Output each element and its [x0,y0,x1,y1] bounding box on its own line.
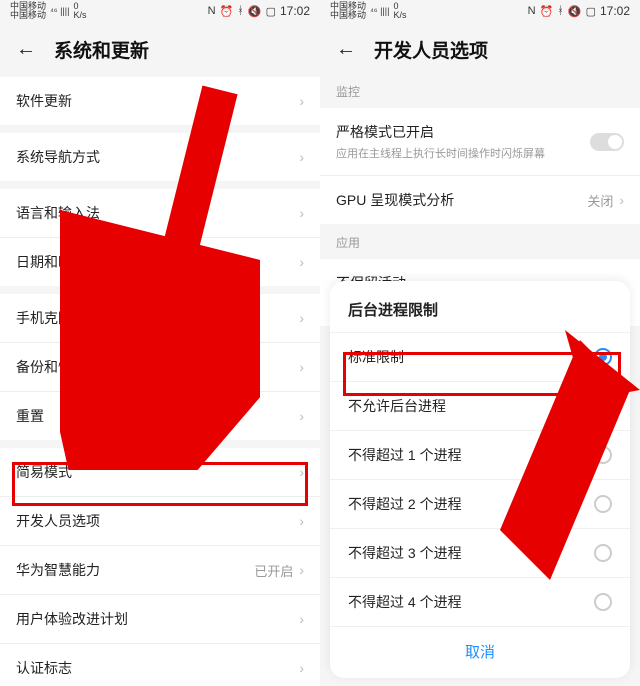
network-speed: 0 K/s [73,2,86,20]
row-datetime[interactable]: 日期和时间› [0,238,320,286]
phone-left-settings: 中国移动中国移动 ⁴⁶ |||| 0 K/s N ⏰ ᚼ 🔇 ▢ 17:02 ←… [0,0,320,686]
row-software-update[interactable]: 软件更新› [0,77,320,125]
radio-icon[interactable] [594,593,612,611]
row-strict-mode[interactable]: 严格模式已开启应用在主线程上执行长时间操作时闪烁屏幕 [320,108,640,176]
dialog-bg-process-limit: 后台进程限制 标准限制 不允许后台进程 不得超过 1 个进程 不得超过 2 个进… [330,281,630,678]
row-simple-mode[interactable]: 简易模式› [0,448,320,497]
chevron-right-icon: › [299,562,304,578]
bluetooth-icon: ᚼ [237,5,244,17]
radio-icon[interactable] [594,495,612,513]
chevron-right-icon: › [299,611,304,627]
category-monitor: 监控 [320,73,640,104]
option-1[interactable]: 不得超过 1 个进程 [330,430,630,479]
value-label: 关闭 [587,191,613,210]
signal-icon: ⁴⁶ |||| [370,6,389,16]
option-standard[interactable]: 标准限制 [330,332,630,381]
page-title: 开发人员选项 [374,36,488,63]
back-icon[interactable]: ← [16,38,36,61]
option-4[interactable]: 不得超过 4 个进程 [330,577,630,626]
option-3[interactable]: 不得超过 3 个进程 [330,528,630,577]
radio-icon[interactable] [594,446,612,464]
battery-icon: ▢ [266,5,276,18]
chevron-right-icon: › [619,192,624,208]
chevron-right-icon: › [299,513,304,529]
cancel-button[interactable]: 取消 [330,626,630,678]
mute-icon: 🔇 [568,5,582,18]
carrier-label: 中国移动中国移动 [330,2,366,20]
row-navigation[interactable]: 系统导航方式› [0,133,320,181]
header: ← 开发人员选项 [320,22,640,73]
bluetooth-icon: ᚼ [557,5,564,17]
row-language[interactable]: 语言和输入法› [0,189,320,238]
row-backup[interactable]: 备份和恢复› [0,343,320,392]
chevron-right-icon: › [299,359,304,375]
page-title: 系统和更新 [54,36,149,63]
dialog-title: 后台进程限制 [330,289,630,332]
row-reset[interactable]: 重置› [0,392,320,440]
chevron-right-icon: › [299,149,304,165]
row-ux-plan[interactable]: 用户体验改进计划› [0,595,320,644]
nfc-icon: N [208,5,216,17]
chevron-right-icon: › [299,254,304,270]
battery-icon: ▢ [586,5,596,18]
nfc-icon: N [528,5,536,17]
status-bar: 中国移动中国移动 ⁴⁶ |||| 0 K/s N ⏰ ᚼ 🔇 ▢ 17:02 [0,0,320,22]
carrier-label: 中国移动中国移动 [10,2,46,20]
row-huawei-ai[interactable]: 华为智慧能力已开启› [0,546,320,595]
value-label: 已开启 [254,561,293,580]
row-cert[interactable]: 认证标志› [0,644,320,686]
chevron-right-icon: › [299,408,304,424]
radio-icon[interactable] [594,348,612,366]
chevron-right-icon: › [299,464,304,480]
option-none[interactable]: 不允许后台进程 [330,381,630,430]
toggle-switch[interactable] [590,133,624,151]
chevron-right-icon: › [299,310,304,326]
chevron-right-icon: › [299,93,304,109]
header: ← 系统和更新 [0,22,320,73]
row-developer-options[interactable]: 开发人员选项› [0,497,320,546]
alarm-icon: ⏰ [540,5,554,18]
mute-icon: 🔇 [248,5,262,18]
chevron-right-icon: › [299,205,304,221]
network-speed: 0 K/s [393,2,406,20]
row-gpu-profile[interactable]: GPU 呈现模式分析 关闭› [320,176,640,224]
status-bar: 中国移动中国移动 ⁴⁶ |||| 0 K/s N ⏰ ᚼ 🔇 ▢ 17:02 [320,0,640,22]
radio-icon[interactable] [594,397,612,415]
chevron-right-icon: › [299,660,304,676]
back-icon[interactable]: ← [336,38,356,61]
clock: 17:02 [280,4,310,18]
signal-icon: ⁴⁶ |||| [50,6,69,16]
option-2[interactable]: 不得超过 2 个进程 [330,479,630,528]
row-phone-clone[interactable]: 手机克隆› [0,294,320,343]
category-app: 应用 [320,224,640,255]
clock: 17:02 [600,4,630,18]
phone-right-developer: 中国移动中国移动 ⁴⁶ |||| 0 K/s N ⏰ ᚼ 🔇 ▢ 17:02 ←… [320,0,640,686]
radio-icon[interactable] [594,544,612,562]
alarm-icon: ⏰ [220,5,234,18]
